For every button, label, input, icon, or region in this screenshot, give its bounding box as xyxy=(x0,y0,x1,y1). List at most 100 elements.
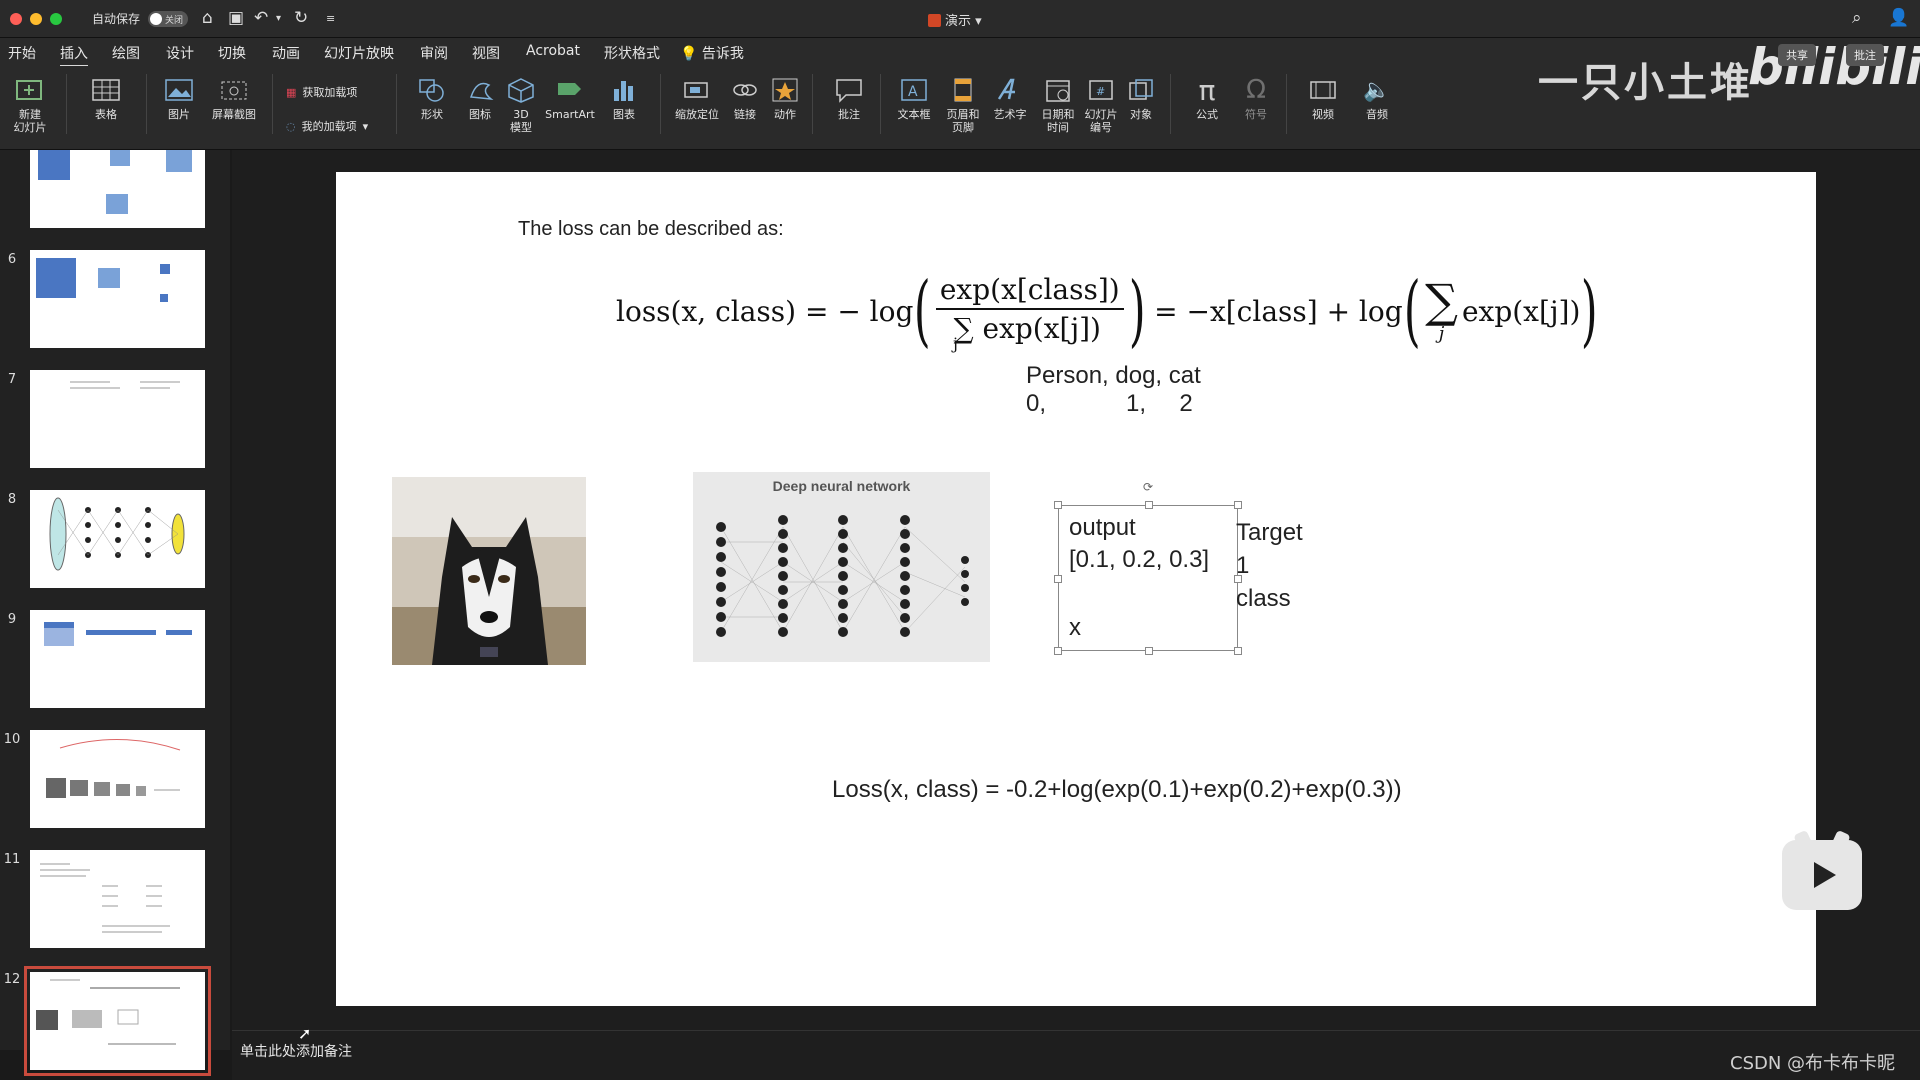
3d-models-button[interactable]: 3D 模型 xyxy=(502,72,540,134)
slide-thumbnail-12[interactable] xyxy=(24,966,211,1076)
date-time-button[interactable]: 日期和 时间 xyxy=(1036,72,1080,134)
save-icon[interactable]: ▣ xyxy=(228,8,244,28)
resize-handle-w[interactable] xyxy=(1054,575,1062,583)
account-icon[interactable]: 👤 xyxy=(1888,8,1909,28)
wordart-button[interactable]: 艺术字 xyxy=(986,72,1034,121)
search-icon[interactable]: ⌕ xyxy=(1852,8,1862,28)
zoom-button[interactable]: 缩放定位 xyxy=(668,72,726,121)
customize-toolbar-icon[interactable]: ≡ xyxy=(326,12,335,25)
audio-button[interactable]: 🔈 音频 xyxy=(1352,72,1402,122)
comment-label: 批注 xyxy=(838,108,860,121)
store-icon: ▦ xyxy=(286,85,297,99)
picture-label: 图片 xyxy=(168,108,190,121)
powerpoint-icon xyxy=(928,14,941,27)
close-window-button[interactable] xyxy=(10,13,22,25)
tab-view[interactable]: 视图 xyxy=(472,43,500,63)
object-button[interactable]: 对象 xyxy=(1122,72,1160,121)
resize-handle-n[interactable] xyxy=(1145,501,1153,509)
autosave-label: 自动保存 xyxy=(92,12,141,26)
autosave-toggle[interactable]: 关闭 xyxy=(148,11,188,27)
intro-text[interactable]: The loss can be described as: xyxy=(518,218,784,241)
chevron-down-icon[interactable]: ▾ xyxy=(276,13,281,24)
minimize-window-button[interactable] xyxy=(30,13,42,25)
tab-insert[interactable]: 插入 xyxy=(60,43,88,67)
tab-slideshow[interactable]: 幻灯片放映 xyxy=(324,43,394,63)
maximize-window-button[interactable] xyxy=(50,13,62,25)
link-button[interactable]: 链接 xyxy=(726,72,764,121)
chart-button[interactable]: 图表 xyxy=(602,72,646,121)
notes-placeholder[interactable]: 单击此处添加备注 xyxy=(240,1041,352,1061)
get-addins-button[interactable]: ▦ 获取加载项 xyxy=(286,84,357,100)
resize-handle-sw[interactable] xyxy=(1054,647,1062,655)
bilibili-play-button[interactable] xyxy=(1782,829,1862,910)
slide-thumbnail-6[interactable] xyxy=(30,250,205,348)
slide-thumbnail-10[interactable] xyxy=(30,730,205,828)
get-addins-label: 获取加载项 xyxy=(302,86,358,99)
rotate-handle-icon[interactable]: ⟳ xyxy=(1143,480,1153,494)
tab-design[interactable]: 设计 xyxy=(166,43,194,63)
current-slide[interactable]: The loss can be described as: loss(x, cl… xyxy=(336,172,1816,1006)
screenshot-button[interactable]: 屏幕截图 xyxy=(206,72,262,121)
resize-handle-se[interactable] xyxy=(1234,647,1242,655)
home-icon[interactable]: ⌂ xyxy=(202,8,213,28)
picture-button[interactable]: 图片 xyxy=(154,72,204,121)
tell-me-search[interactable]: 💡 告诉我 xyxy=(680,43,744,63)
resize-handle-s[interactable] xyxy=(1145,647,1153,655)
classes-text[interactable]: Person, dog, cat 0, 1, 2 xyxy=(1026,362,1201,418)
dnn-diagram-image[interactable]: Deep neural network xyxy=(693,472,990,662)
textbox-button[interactable]: A 文本框 xyxy=(890,72,938,121)
slide-thumbnail-9[interactable] xyxy=(30,610,205,708)
symbol-button[interactable]: Ω 符号 xyxy=(1236,72,1276,121)
shapes-button[interactable]: 形状 xyxy=(404,72,460,121)
slide-thumbnail-pane[interactable]: 6 7 8 9 10 11 12 xyxy=(0,150,230,1076)
equation-label: 公式 xyxy=(1196,108,1218,121)
slide-number-icon: # xyxy=(1080,72,1122,108)
shapes-label: 形状 xyxy=(421,108,443,121)
object-label: 对象 xyxy=(1130,108,1152,121)
header-footer-button[interactable]: 页眉和 页脚 xyxy=(940,72,986,134)
notes-pane[interactable] xyxy=(232,1030,1920,1080)
slide-number-label: 幻灯片 编号 xyxy=(1084,108,1118,134)
lightbulb-icon: 💡 xyxy=(680,46,698,62)
classes-line-1: Person, dog, cat xyxy=(1026,362,1201,389)
husky-image[interactable] xyxy=(392,477,586,665)
table-button[interactable]: 表格 xyxy=(78,72,134,121)
action-label: 动作 xyxy=(774,108,796,121)
smartart-button[interactable]: SmartArt xyxy=(540,72,600,121)
output-textbox[interactable]: output [0.1, 0.2, 0.3] x ⟳ xyxy=(1054,480,1242,655)
comment-button[interactable]: 批注 xyxy=(826,72,872,121)
tab-acrobat[interactable]: Acrobat xyxy=(526,43,580,59)
classes-line-2: 0, 1, 2 xyxy=(1026,390,1193,417)
tab-shape-format[interactable]: 形状格式 xyxy=(604,43,660,63)
tab-transitions[interactable]: 切换 xyxy=(218,43,246,63)
target-text[interactable]: Target 1 class xyxy=(1236,516,1303,615)
icons-button[interactable]: 图标 xyxy=(458,72,502,121)
share-button[interactable]: 共享 xyxy=(1778,44,1816,66)
screenshot-label: 屏幕截图 xyxy=(212,108,256,121)
comments-button[interactable]: 批注 xyxy=(1846,44,1884,66)
object-icon xyxy=(1122,72,1160,108)
slide-thumbnail-8[interactable] xyxy=(30,490,205,588)
slide-thumbnail-7[interactable] xyxy=(30,370,205,468)
tab-home[interactable]: 开始 xyxy=(8,43,36,63)
chart-icon xyxy=(602,72,646,108)
slide-number-button[interactable]: # 幻灯片 编号 xyxy=(1080,72,1122,134)
slide-thumbnail-11[interactable] xyxy=(30,850,205,948)
loss-example-text[interactable]: Loss(x, class) = -0.2+log(exp(0.1)+exp(0… xyxy=(832,776,1402,804)
undo-icon[interactable]: ↶ xyxy=(254,8,268,28)
header-footer-icon xyxy=(940,72,986,108)
tab-draw[interactable]: 绘图 xyxy=(112,43,140,63)
tab-animations[interactable]: 动画 xyxy=(272,43,300,63)
loss-formula[interactable]: loss(x, class) = − log ( exp(x[class]) ∑… xyxy=(616,272,1599,353)
resize-handle-nw[interactable] xyxy=(1054,501,1062,509)
tab-review[interactable]: 审阅 xyxy=(420,43,448,63)
target-label: Target xyxy=(1236,519,1303,546)
new-slide-button[interactable]: 新建 幻灯片 xyxy=(6,72,54,134)
resize-handle-ne[interactable] xyxy=(1234,501,1242,509)
action-button[interactable]: 动作 xyxy=(766,72,804,121)
slide-thumbnail-5[interactable] xyxy=(30,150,205,228)
video-button[interactable]: 视频 xyxy=(1298,72,1348,121)
redo-icon[interactable]: ↻ xyxy=(294,8,308,28)
my-addins-button[interactable]: ◌ 我的加载项 ▾ xyxy=(286,118,368,134)
equation-button[interactable]: π 公式 xyxy=(1178,72,1236,122)
